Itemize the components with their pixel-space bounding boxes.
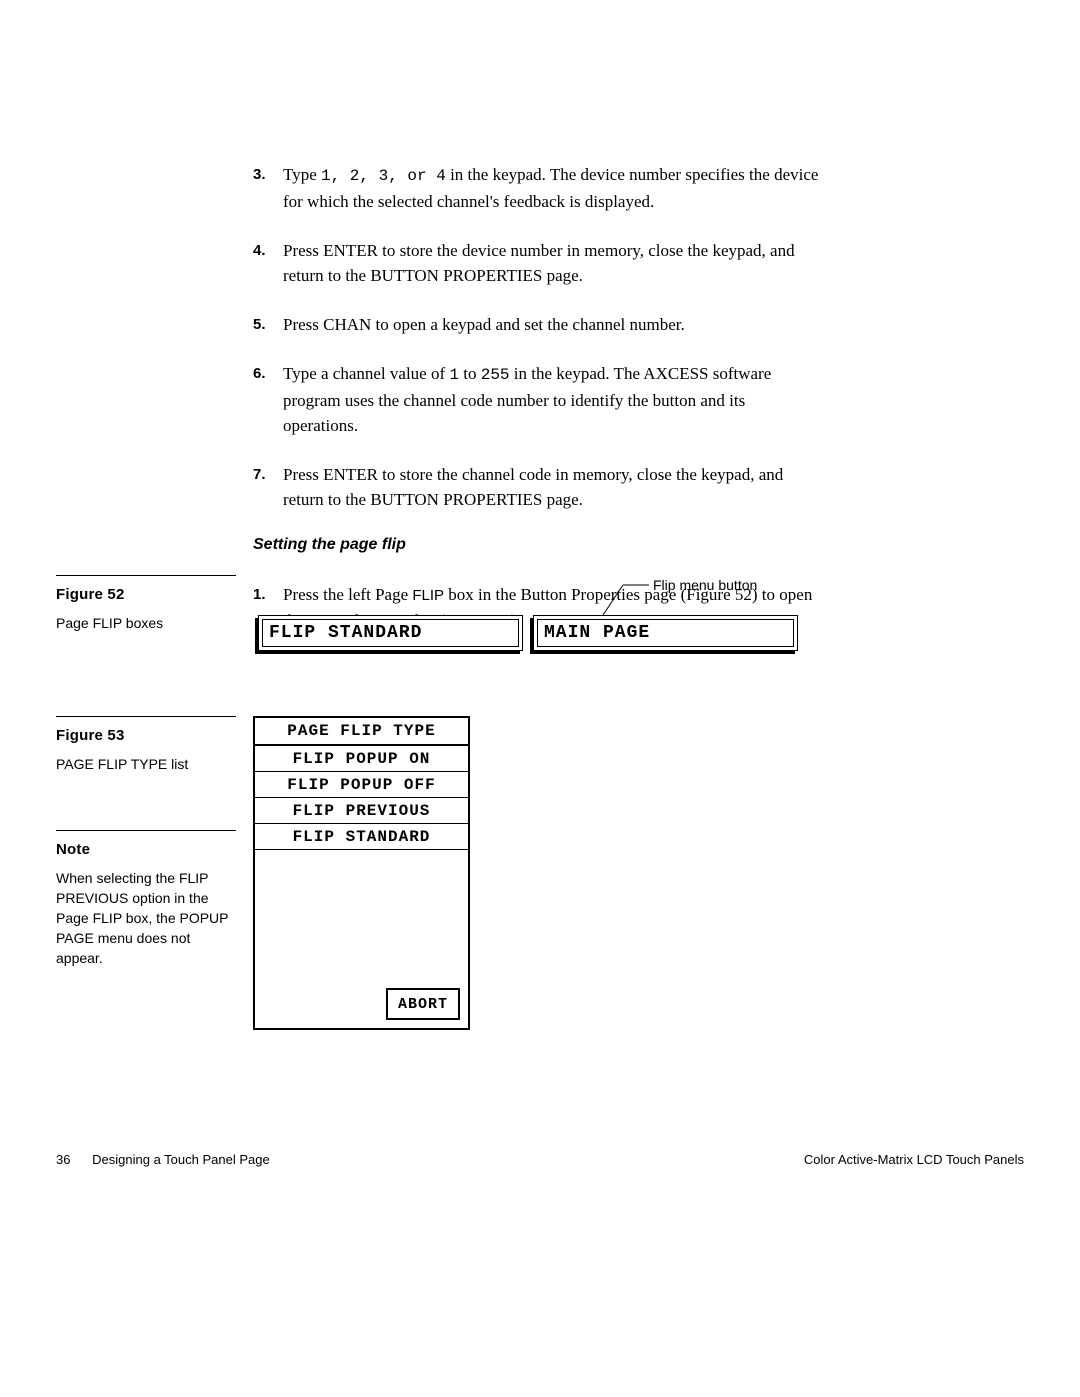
step-number: 6. [253, 361, 266, 386]
callout-line-icon [253, 577, 813, 627]
figure53-diagram: PAGE FLIP TYPE FLIP POPUP ONFLIP POPUP O… [253, 716, 470, 1030]
step-number: 7. [253, 462, 266, 487]
list-item[interactable]: FLIP PREVIOUS [255, 798, 468, 824]
page-footer: 36 Designing a Touch Panel Page Color Ac… [56, 1152, 1024, 1167]
page-flip-type-header: PAGE FLIP TYPE [255, 718, 468, 746]
step-text: Type 1, 2, 3, or 4 in the keypad. The de… [283, 165, 818, 211]
page-number: 36 [56, 1152, 70, 1167]
list-item: 4. Press ENTER to store the device number… [253, 238, 823, 288]
note-text: When selecting the FLIP PREVIOUS option … [56, 868, 236, 968]
list-item[interactable]: FLIP POPUP ON [255, 746, 468, 772]
step-number: 5. [253, 312, 266, 337]
subheading-setting-page-flip: Setting the page flip [253, 536, 823, 554]
figure52-label: Figure 52 [56, 586, 236, 603]
figure53-label: Figure 53 [56, 727, 236, 744]
step-text: Press ENTER to store the device number i… [283, 241, 795, 285]
list-item[interactable]: FLIP POPUP OFF [255, 772, 468, 798]
footer-left: 36 Designing a Touch Panel Page [56, 1152, 270, 1167]
step-text: Press CHAN to open a keypad and set the … [283, 315, 685, 334]
list-item: 7. Press ENTER to store the channel code … [253, 462, 823, 512]
list-item: 5. Press CHAN to open a keypad and set th… [253, 312, 823, 337]
divider [56, 830, 236, 831]
step-text: Type a channel value of 1 to 255 in the … [283, 364, 771, 435]
figure52-diagram: FLIP STANDARD MAIN PAGE Flip menu button [253, 605, 813, 695]
list-item: 6. Type a channel value of 1 to 255 in th… [253, 361, 823, 438]
figure52-caption: Page FLIP boxes [56, 613, 236, 633]
footer-right: Color Active-Matrix LCD Touch Panels [804, 1152, 1024, 1167]
note-heading: Note [56, 841, 236, 858]
step-number: 3. [253, 162, 266, 187]
list-item: 3. Type 1, 2, 3, or 4 in the keypad. The … [253, 162, 823, 214]
figure52-sidebar: Figure 52 Page FLIP boxes [56, 575, 236, 633]
divider [56, 716, 236, 717]
footer-section-title: Designing a Touch Panel Page [92, 1152, 270, 1167]
figure53-sidebar: Figure 53 PAGE FLIP TYPE list [56, 716, 236, 774]
ordered-steps-top: 3. Type 1, 2, 3, or 4 in the keypad. The … [253, 162, 823, 512]
abort-button[interactable]: ABORT [386, 988, 460, 1020]
divider [56, 575, 236, 576]
page-flip-type-items: FLIP POPUP ONFLIP POPUP OFFFLIP PREVIOUS… [255, 746, 468, 850]
note-sidebar: Note When selecting the FLIP PREVIOUS op… [56, 830, 236, 968]
list-item[interactable]: FLIP STANDARD [255, 824, 468, 850]
figure53-caption: PAGE FLIP TYPE list [56, 754, 236, 774]
step-text: Press ENTER to store the channel code in… [283, 465, 783, 509]
step-number: 4. [253, 238, 266, 263]
